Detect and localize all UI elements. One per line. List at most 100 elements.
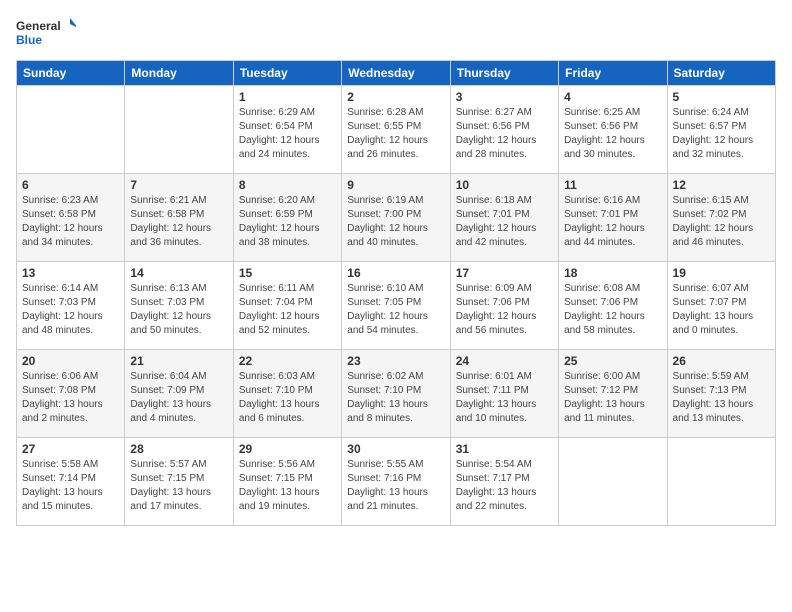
weekday-row: SundayMondayTuesdayWednesdayThursdayFrid… [17,61,776,86]
calendar-cell: 26 Sunrise: 5:59 AM Sunset: 7:13 PM Dayli… [667,350,775,438]
day-info: Sunrise: 6:14 AM Sunset: 7:03 PM Dayligh… [22,282,119,338]
day-info: Sunrise: 5:57 AM Sunset: 7:15 PM Dayligh… [130,458,227,514]
calendar-cell: 2 Sunrise: 6:28 AM Sunset: 6:55 PM Daylig… [342,86,450,174]
calendar-week-5: 27 Sunrise: 5:58 AM Sunset: 7:14 PM Dayli… [17,438,776,526]
calendar-week-1: 1 Sunrise: 6:29 AM Sunset: 6:54 PM Daylig… [17,86,776,174]
weekday-header-saturday: Saturday [667,61,775,86]
day-number: 6 [22,178,119,192]
day-info: Sunrise: 6:08 AM Sunset: 7:06 PM Dayligh… [564,282,661,338]
day-info: Sunrise: 6:02 AM Sunset: 7:10 PM Dayligh… [347,370,444,426]
day-info: Sunrise: 6:28 AM Sunset: 6:55 PM Dayligh… [347,106,444,162]
calendar-cell: 27 Sunrise: 5:58 AM Sunset: 7:14 PM Dayli… [17,438,125,526]
calendar-cell: 17 Sunrise: 6:09 AM Sunset: 7:06 PM Dayli… [450,262,558,350]
weekday-header-sunday: Sunday [17,61,125,86]
day-number: 2 [347,90,444,104]
calendar-cell: 14 Sunrise: 6:13 AM Sunset: 7:03 PM Dayli… [125,262,233,350]
calendar-cell: 15 Sunrise: 6:11 AM Sunset: 7:04 PM Dayli… [233,262,341,350]
day-info: Sunrise: 6:16 AM Sunset: 7:01 PM Dayligh… [564,194,661,250]
svg-text:General: General [16,19,61,33]
day-number: 1 [239,90,336,104]
day-number: 22 [239,354,336,368]
calendar-cell: 29Sunrise: 5:56 AM Sunset: 7:15 PM Dayli… [233,438,341,526]
day-info: Sunrise: 6:09 AM Sunset: 7:06 PM Dayligh… [456,282,553,338]
day-info: Sunrise: 5:58 AM Sunset: 7:14 PM Dayligh… [22,458,119,514]
svg-text:Blue: Blue [16,33,42,47]
page-header: General Blue [16,16,776,52]
day-info: Sunrise: 6:03 AM Sunset: 7:10 PM Dayligh… [239,370,336,426]
calendar-cell: 19 Sunrise: 6:07 AM Sunset: 7:07 PM Dayli… [667,262,775,350]
calendar-cell: 30 Sunrise: 5:55 AM Sunset: 7:16 PM Dayli… [342,438,450,526]
day-info: Sunrise: 6:06 AM Sunset: 7:08 PM Dayligh… [22,370,119,426]
day-info: Sunrise: 6:27 AM Sunset: 6:56 PM Dayligh… [456,106,553,162]
calendar-cell: 1 Sunrise: 6:29 AM Sunset: 6:54 PM Daylig… [233,86,341,174]
day-number: 21 [130,354,227,368]
day-info: Sunrise: 5:55 AM Sunset: 7:16 PM Dayligh… [347,458,444,514]
day-info: Sunrise: 6:25 AM Sunset: 6:56 PM Dayligh… [564,106,661,162]
day-info: Sunrise: 6:19 AM Sunset: 7:00 PM Dayligh… [347,194,444,250]
day-info: Sunrise: 6:07 AM Sunset: 7:07 PM Dayligh… [673,282,770,338]
calendar-cell: 20 Sunrise: 6:06 AM Sunset: 7:08 PM Dayli… [17,350,125,438]
calendar-cell [125,86,233,174]
day-info: Sunrise: 6:23 AM Sunset: 6:58 PM Dayligh… [22,194,119,250]
calendar-cell: 11 Sunrise: 6:16 AM Sunset: 7:01 PM Dayli… [559,174,667,262]
day-number: 7 [130,178,227,192]
calendar-week-3: 13 Sunrise: 6:14 AM Sunset: 7:03 PM Dayli… [17,262,776,350]
day-info: Sunrise: 5:59 AM Sunset: 7:13 PM Dayligh… [673,370,770,426]
day-number: 30 [347,442,444,456]
day-info: Sunrise: 6:21 AM Sunset: 6:58 PM Dayligh… [130,194,227,250]
calendar-cell [17,86,125,174]
calendar-cell: 4Sunrise: 6:25 AM Sunset: 6:56 PM Daylig… [559,86,667,174]
day-number: 10 [456,178,553,192]
calendar-cell: 31 Sunrise: 5:54 AM Sunset: 7:17 PM Dayli… [450,438,558,526]
calendar-cell: 23 Sunrise: 6:02 AM Sunset: 7:10 PM Dayli… [342,350,450,438]
day-info: Sunrise: 5:54 AM Sunset: 7:17 PM Dayligh… [456,458,553,514]
day-number: 12 [673,178,770,192]
calendar-cell: 24 Sunrise: 6:01 AM Sunset: 7:11 PM Dayli… [450,350,558,438]
weekday-header-thursday: Thursday [450,61,558,86]
day-info: Sunrise: 6:29 AM Sunset: 6:54 PM Dayligh… [239,106,336,162]
day-number: 27 [22,442,119,456]
day-number: 18 [564,266,661,280]
day-number: 20 [22,354,119,368]
day-info: Sunrise: 6:18 AM Sunset: 7:01 PM Dayligh… [456,194,553,250]
day-number: 26 [673,354,770,368]
weekday-header-wednesday: Wednesday [342,61,450,86]
calendar-cell [667,438,775,526]
day-info: Sunrise: 6:13 AM Sunset: 7:03 PM Dayligh… [130,282,227,338]
calendar-cell: 21 Sunrise: 6:04 AM Sunset: 7:09 PM Dayli… [125,350,233,438]
calendar-cell: 5Sunrise: 6:24 AM Sunset: 6:57 PM Daylig… [667,86,775,174]
calendar-cell: 8Sunrise: 6:20 AM Sunset: 6:59 PM Daylig… [233,174,341,262]
weekday-header-tuesday: Tuesday [233,61,341,86]
calendar-cell: 18 Sunrise: 6:08 AM Sunset: 7:06 PM Dayli… [559,262,667,350]
calendar-cell: 16Sunrise: 6:10 AM Sunset: 7:05 PM Dayli… [342,262,450,350]
day-number: 28 [130,442,227,456]
day-number: 16 [347,266,444,280]
calendar-cell: 10 Sunrise: 6:18 AM Sunset: 7:01 PM Dayli… [450,174,558,262]
day-info: Sunrise: 5:56 AM Sunset: 7:15 PM Dayligh… [239,458,336,514]
day-number: 11 [564,178,661,192]
day-info: Sunrise: 6:11 AM Sunset: 7:04 PM Dayligh… [239,282,336,338]
calendar-cell: 3 Sunrise: 6:27 AM Sunset: 6:56 PM Daylig… [450,86,558,174]
day-number: 14 [130,266,227,280]
day-number: 9 [347,178,444,192]
weekday-header-friday: Friday [559,61,667,86]
calendar-week-4: 20 Sunrise: 6:06 AM Sunset: 7:08 PM Dayli… [17,350,776,438]
day-info: Sunrise: 6:20 AM Sunset: 6:59 PM Dayligh… [239,194,336,250]
day-info: Sunrise: 6:01 AM Sunset: 7:11 PM Dayligh… [456,370,553,426]
calendar-cell: 13 Sunrise: 6:14 AM Sunset: 7:03 PM Dayli… [17,262,125,350]
day-number: 13 [22,266,119,280]
day-number: 17 [456,266,553,280]
day-number: 3 [456,90,553,104]
day-number: 31 [456,442,553,456]
day-info: Sunrise: 6:04 AM Sunset: 7:09 PM Dayligh… [130,370,227,426]
day-number: 23 [347,354,444,368]
day-number: 19 [673,266,770,280]
calendar-cell: 25Sunrise: 6:00 AM Sunset: 7:12 PM Dayli… [559,350,667,438]
day-number: 25 [564,354,661,368]
day-number: 15 [239,266,336,280]
calendar-week-2: 6 Sunrise: 6:23 AM Sunset: 6:58 PM Daylig… [17,174,776,262]
calendar-header: SundayMondayTuesdayWednesdayThursdayFrid… [17,61,776,86]
logo: General Blue [16,16,76,52]
day-number: 24 [456,354,553,368]
calendar-body: 1 Sunrise: 6:29 AM Sunset: 6:54 PM Daylig… [17,86,776,526]
